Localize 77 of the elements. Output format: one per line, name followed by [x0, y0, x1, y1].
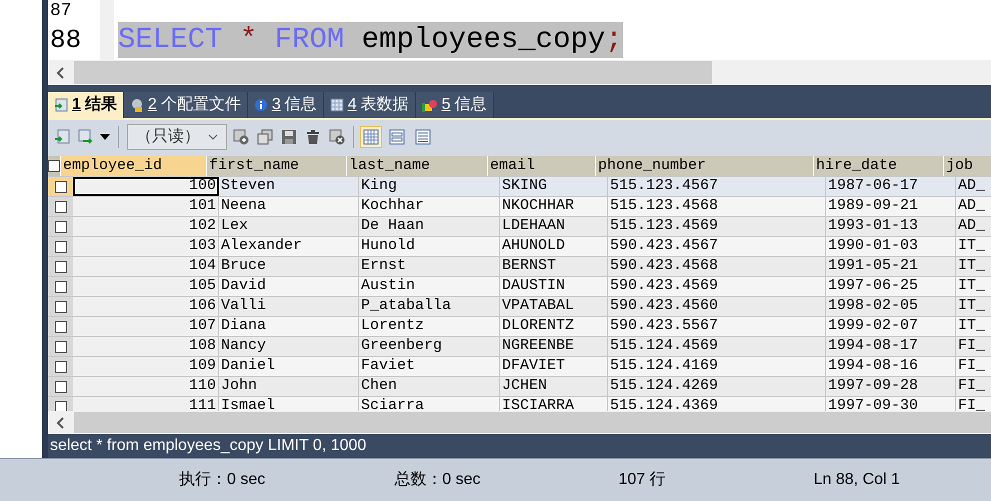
table-row[interactable]: 106 Valli P_ataballa VPATABAL 590.423.4560 1998-02-05 IT_: [48, 296, 991, 316]
result-tab[interactable]: 3 信息: [248, 92, 324, 118]
horizontal-scrollbar[interactable]: [48, 60, 991, 85]
table-cell: 106: [73, 297, 219, 316]
status-text: 总数：0 sec: [394, 470, 480, 490]
checkbox[interactable]: [54, 400, 66, 411]
result-tab[interactable]: 1 结果: [48, 92, 124, 118]
table-row[interactable]: 110 John Chen JCHEN 515.124.4269 1997-09-28 FI_: [48, 376, 991, 396]
caret-icon[interactable]: [100, 134, 110, 140]
table-cell: 107: [73, 317, 219, 336]
checkbox[interactable]: [54, 180, 66, 192]
checkbox[interactable]: [54, 360, 66, 372]
status-text: 执行：0 sec: [179, 470, 266, 490]
table-cell: 104: [73, 257, 219, 276]
info-icon: [254, 98, 268, 112]
checkbox[interactable]: [48, 160, 60, 172]
checkbox[interactable]: [54, 340, 66, 352]
gear-icon: [130, 98, 144, 112]
checkbox[interactable]: [54, 260, 66, 272]
table-row[interactable]: 101 Neena Kochhar NKOCHHAR 515.123.4568 1989-09-21 AD_: [48, 196, 991, 216]
checkbox[interactable]: [54, 380, 66, 392]
scrollbar-thumb[interactable]: [74, 61, 712, 84]
mode-dropdown[interactable]: （只读）: [127, 124, 227, 150]
column-header[interactable]: first_name: [207, 156, 347, 176]
table-row[interactable]: 103 Alexander Hunold AHUNOLD 590.423.4567 1990-01-03 IT_: [48, 236, 991, 256]
table-row[interactable]: 105 David Austin DAUSTIN 590.423.4569 1997-06-25 IT_: [48, 276, 991, 296]
chevron-down-icon: [208, 134, 218, 140]
table-cell: 110: [73, 377, 219, 396]
table-row[interactable]: 100 Steven King SKING 515.123.4567 1987-06-17 AD_: [48, 176, 991, 196]
result-tab[interactable]: 5 信息: [416, 92, 494, 118]
editor-gutter: [100, 0, 114, 60]
table-cell: 100: [73, 177, 219, 196]
scroll-left-icon[interactable]: [56, 416, 66, 428]
column-header[interactable]: phone_number: [596, 156, 814, 176]
table-cell: 101: [73, 197, 219, 216]
checkbox[interactable]: [54, 280, 66, 292]
table-cell: 108: [73, 337, 219, 356]
table-row[interactable]: 111 Ismael Sciarra ISCIARRA 515.124.4369 1997-09-30 FI_: [48, 396, 991, 411]
import-icon[interactable]: [52, 126, 72, 146]
table-row[interactable]: 102 Lex De Haan LDEHAAN 515.123.4569 1993-01-13 AD_: [48, 216, 991, 236]
status-text: 107 行: [618, 470, 666, 490]
checkbox[interactable]: [54, 200, 66, 212]
table-row[interactable]: 108 Nancy Greenberg NGREENBE 515.124.4569 1994-08-17 FI_: [48, 336, 991, 356]
table-cell: 102: [73, 217, 219, 236]
table-cell: 111: [73, 397, 219, 411]
table-cell: 105: [73, 277, 219, 296]
line-number: 88: [49, 27, 82, 53]
status-text: Ln 88, Col 1: [814, 470, 900, 490]
table-icon: [330, 98, 344, 112]
column-header[interactable]: job: [944, 156, 991, 176]
table-row[interactable]: 104 Bruce Ernst BERNST 590.423.4568 1991-05-21 IT_: [48, 256, 991, 276]
table-row[interactable]: 107 Diana Lorentz DLORENTZ 590.423.5567 1999-02-07 IT_: [48, 316, 991, 336]
text-view-icon: [415, 128, 431, 144]
column-header[interactable]: employee_id: [61, 156, 207, 176]
table-cell: 103: [73, 237, 219, 256]
line-number: 87: [49, 2, 72, 20]
column-header[interactable]: hire_date: [814, 156, 944, 176]
column-header[interactable]: email: [488, 156, 596, 176]
add-row-icon[interactable]: [231, 126, 251, 146]
grid-view-icon: [363, 128, 379, 144]
form-view-icon: [389, 128, 405, 144]
view-button[interactable]: [360, 126, 382, 148]
copy-row-icon[interactable]: [255, 126, 275, 146]
table-row[interactable]: 109 Daniel Faviet DFAVIET 515.124.4169 1994-08-16 FI_: [48, 356, 991, 376]
checkbox[interactable]: [54, 320, 66, 332]
checkbox[interactable]: [54, 240, 66, 252]
scroll-left-icon[interactable]: [56, 66, 66, 78]
checkbox[interactable]: [54, 220, 66, 232]
delete-row-icon[interactable]: [327, 126, 347, 146]
result-tab[interactable]: 2 个配置文件: [124, 92, 248, 118]
checkbox[interactable]: [54, 300, 66, 312]
grid-icon: [54, 98, 68, 112]
table-cell: 109: [73, 357, 219, 376]
query-status: select * from employees_copy LIMIT 0, 1000: [50, 436, 366, 456]
column-header[interactable]: last_name: [347, 156, 488, 176]
result-tab[interactable]: 4 表数据: [324, 92, 416, 118]
shapes-icon: [422, 98, 438, 112]
